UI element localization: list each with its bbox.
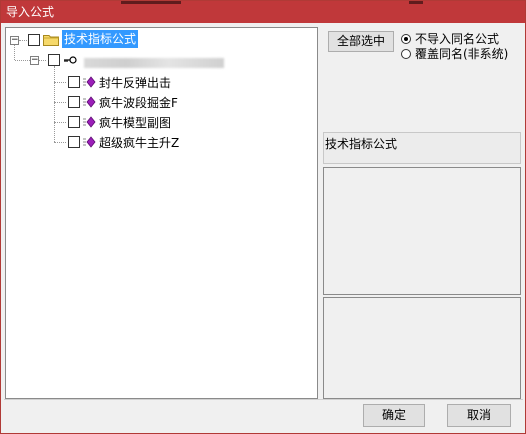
formula-type-label: 技术指标公式	[323, 132, 521, 164]
ok-button[interactable]: 确定	[363, 404, 425, 427]
radio-button[interactable]	[401, 49, 411, 59]
radio-button[interactable]	[401, 34, 411, 44]
formula-tree[interactable]: − 技术指标公式 − 封牛反弹出击 疯牛波段掘金F 疯牛模型副图 超级疯牛主升Z	[5, 27, 318, 399]
blurred-group-name	[84, 58, 224, 68]
tree-item[interactable]: 疯牛波段掘金F	[6, 92, 306, 112]
group-checkbox[interactable]	[48, 54, 60, 66]
title-artifact	[409, 1, 423, 4]
description-panel	[323, 167, 521, 295]
tree-connector	[54, 102, 66, 103]
tree-item-label: 封牛反弹出击	[99, 76, 172, 90]
formula-icon	[83, 116, 96, 128]
radio-label: 覆盖同名(非系统)	[415, 47, 509, 61]
radio-skip-duplicates[interactable]: 不导入同名公式	[401, 32, 521, 46]
tree-connector	[39, 60, 46, 61]
tree-connector	[54, 142, 66, 143]
item-checkbox[interactable]	[68, 96, 80, 108]
collapse-icon[interactable]: −	[30, 56, 39, 65]
tree-item-label: 超级疯牛主升Z	[99, 136, 180, 150]
tree-connector	[54, 122, 66, 123]
tree-item[interactable]: 疯牛模型副图	[6, 112, 306, 132]
tree-item-label: 疯牛波段掘金F	[99, 96, 178, 110]
radio-label: 不导入同名公式	[415, 32, 500, 46]
tree-item[interactable]: 封牛反弹出击	[6, 72, 306, 92]
folder-icon	[43, 35, 59, 46]
import-formula-dialog: 导入公式 − 技术指标公式 − 封牛反弹出击 疯牛波段掘金F 疯牛模型副图 超级…	[0, 0, 526, 434]
select-all-button[interactable]: 全部选中	[328, 31, 394, 52]
cancel-button[interactable]: 取消	[447, 404, 511, 427]
tree-root-label[interactable]: 技术指标公式	[62, 30, 139, 48]
item-checkbox[interactable]	[68, 136, 80, 148]
window-title: 导入公式	[6, 5, 55, 19]
tree-connector	[15, 60, 30, 61]
button-bar	[4, 399, 523, 430]
formula-icon	[83, 76, 96, 88]
detail-panel	[323, 297, 521, 399]
title-artifact	[121, 1, 181, 4]
tree-connector	[54, 82, 66, 83]
item-checkbox[interactable]	[68, 76, 80, 88]
formula-icon	[83, 96, 96, 108]
formula-icon	[83, 136, 96, 148]
item-checkbox[interactable]	[68, 116, 80, 128]
tree-item[interactable]: 超级疯牛主升Z	[6, 132, 306, 152]
key-icon	[64, 56, 77, 64]
tree-connector	[19, 40, 27, 41]
radio-overwrite[interactable]: 覆盖同名(非系统)	[401, 47, 521, 61]
root-checkbox[interactable]	[28, 34, 40, 46]
tree-item-label: 疯牛模型副图	[99, 116, 172, 130]
title-bar[interactable]: 导入公式	[1, 1, 525, 23]
tree-connector	[14, 45, 15, 60]
collapse-icon[interactable]: −	[10, 36, 19, 45]
